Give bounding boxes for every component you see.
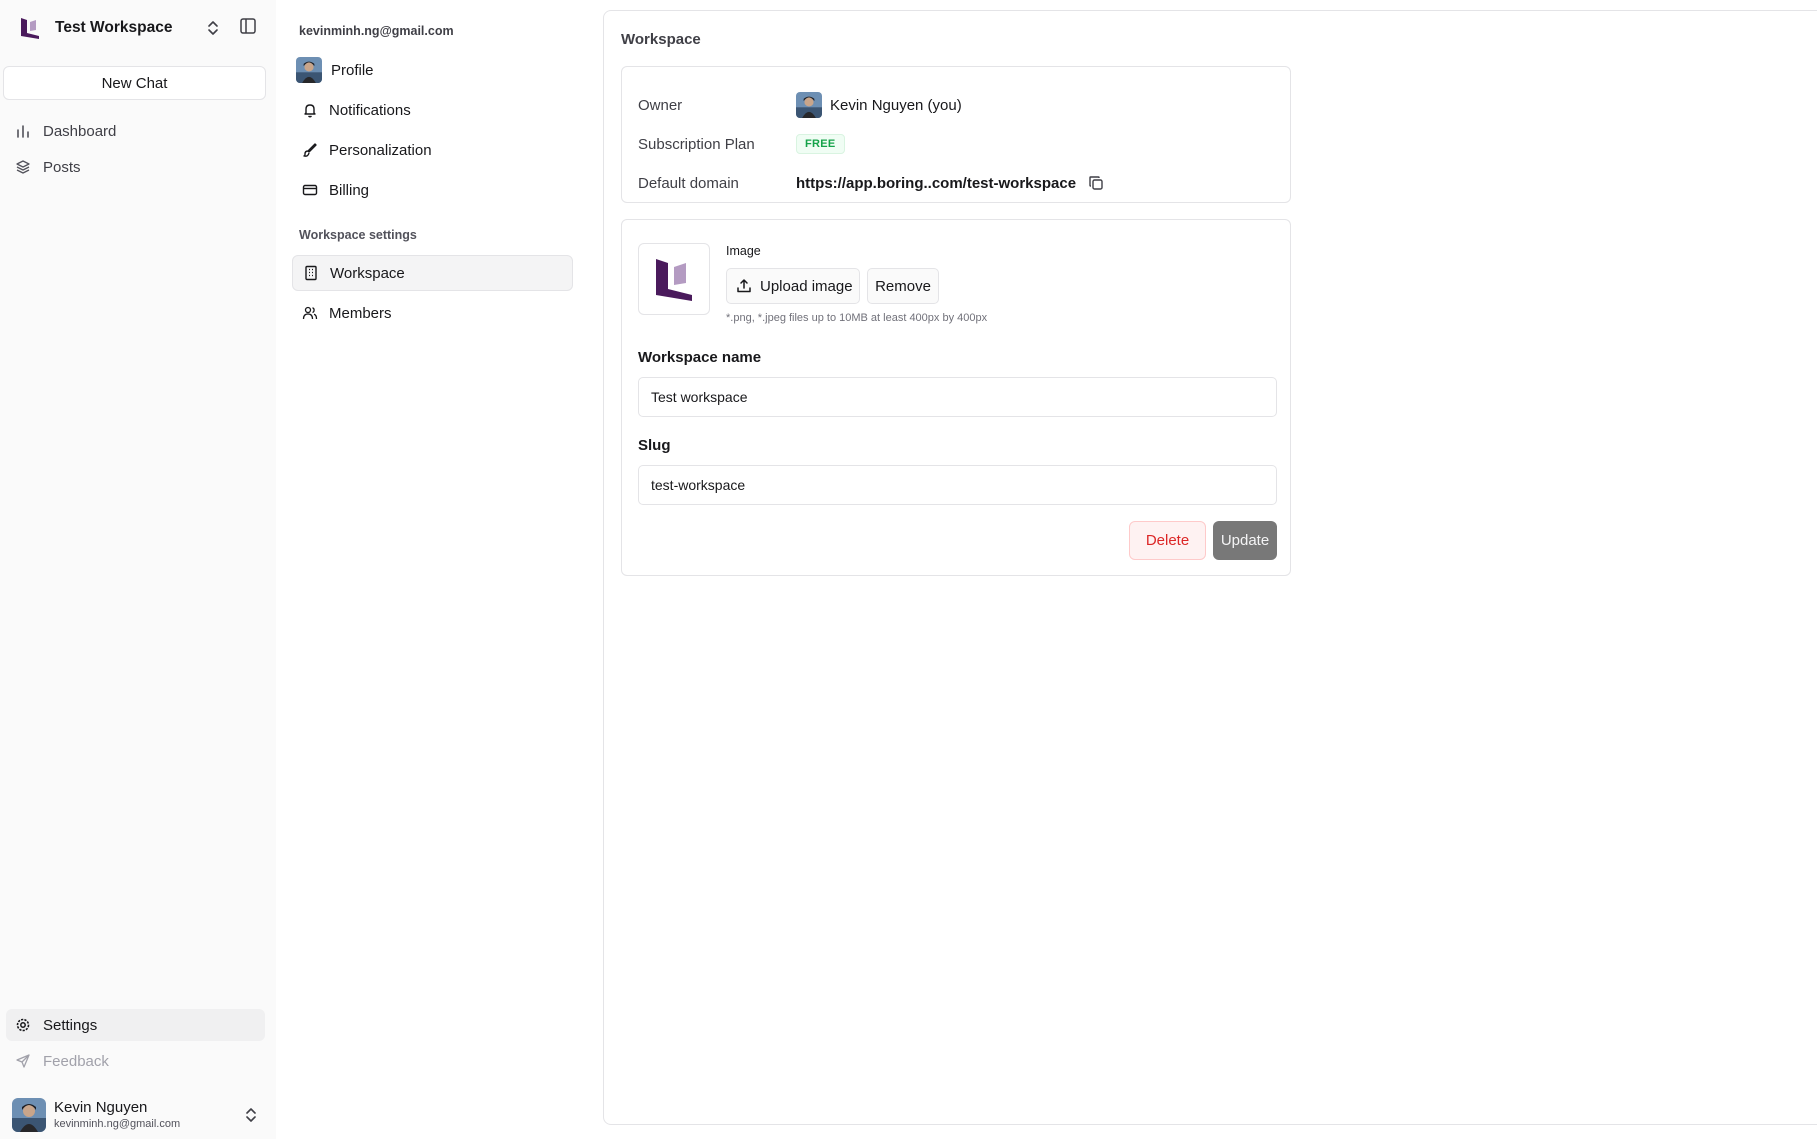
image-label: Image (726, 244, 761, 258)
chevrons-up-down-icon (208, 21, 218, 35)
new-chat-button[interactable]: New Chat (3, 66, 266, 100)
credit-card-icon (301, 181, 319, 199)
workspace-image-preview (638, 243, 710, 315)
bell-icon (301, 101, 319, 119)
avatar (12, 1098, 46, 1132)
owner-value-wrap: Kevin Nguyen (you) (796, 92, 962, 118)
account-email: kevinminh.ng@gmail.com (299, 24, 454, 38)
update-button[interactable]: Update (1213, 521, 1277, 560)
owner-label: Owner (638, 96, 683, 114)
settings-item-label: Personalization (329, 141, 432, 159)
chart-bar-icon (15, 123, 31, 139)
slug-input[interactable] (638, 465, 1277, 505)
upload-image-button[interactable]: Upload image (726, 268, 860, 304)
nav-item-label: Dashboard (43, 122, 117, 140)
avatar (796, 92, 822, 118)
workspace-switcher[interactable]: Test Workspace (8, 8, 228, 48)
default-domain: https://app.boring..com/test-workspace (796, 174, 1077, 192)
plan-label: Subscription Plan (638, 135, 755, 153)
workspace-name-input[interactable] (638, 377, 1277, 417)
settings-item-label: Notifications (329, 101, 411, 119)
workspace-logo-icon (656, 259, 692, 301)
copy-icon[interactable] (1088, 175, 1104, 191)
domain-label: Default domain (638, 174, 739, 192)
settings-item-profile[interactable]: Profile (292, 52, 573, 88)
sidebar-toggle-icon[interactable] (239, 17, 257, 35)
settings-item-members[interactable]: Members (292, 295, 573, 331)
settings-item-personalization[interactable]: Personalization (292, 132, 573, 168)
nav-item-label: Feedback (43, 1052, 109, 1070)
app-sidebar: Test Workspace New Chat Dashboard Posts … (0, 0, 276, 1139)
remove-image-button[interactable]: Remove (867, 268, 939, 304)
workspace-settings-heading: Workspace settings (299, 228, 417, 242)
settings-item-notifications[interactable]: Notifications (292, 92, 573, 128)
plan-value-wrap: FREE (796, 134, 845, 154)
layers-icon (15, 159, 31, 175)
building-icon (302, 264, 320, 282)
domain-value-wrap: https://app.boring..com/test-workspace (796, 175, 1104, 192)
user-menu[interactable]: Kevin Nguyen kevinminh.ng@gmail.com (8, 1096, 266, 1134)
settings-item-label: Workspace (330, 264, 405, 282)
settings-nav: kevinminh.ng@gmail.com Profile Notificat… (276, 0, 603, 1139)
nav-item-label: Posts (43, 158, 81, 176)
user-email: kevinminh.ng@gmail.com (54, 1118, 181, 1130)
user-name: Kevin Nguyen (54, 1099, 148, 1116)
upload-icon (737, 279, 751, 293)
workspace-name-label: Workspace name (638, 349, 762, 366)
slug-label: Slug (638, 437, 671, 454)
settings-item-billing[interactable]: Billing (292, 172, 573, 208)
nav-item-feedback[interactable]: Feedback (6, 1045, 265, 1077)
nav-item-posts[interactable]: Posts (6, 151, 265, 183)
send-icon (15, 1053, 31, 1069)
owner-name: Kevin Nguyen (you) (830, 96, 962, 114)
settings-item-label: Members (329, 304, 392, 322)
users-icon (301, 304, 319, 322)
workspace-logo-icon (16, 14, 44, 42)
image-hint: *.png, *.jpeg files up to 10MB at least … (726, 312, 988, 324)
nav-item-label: Settings (43, 1016, 98, 1034)
settings-item-label: Billing (329, 181, 370, 199)
nav-item-settings[interactable]: Settings (6, 1009, 265, 1041)
upload-image-label: Upload image (760, 277, 853, 295)
page-title: Workspace (621, 31, 701, 48)
gear-icon (15, 1017, 31, 1033)
workspace-form-card: Image Upload image Remove *.png, *.jpeg … (621, 219, 1291, 576)
avatar (296, 57, 322, 83)
delete-button[interactable]: Delete (1129, 521, 1206, 560)
status-badge: FREE (796, 134, 845, 154)
chevrons-up-down-icon (246, 1108, 256, 1122)
nav-item-dashboard[interactable]: Dashboard (6, 115, 265, 147)
settings-item-label: Profile (331, 61, 374, 79)
main-panel: Workspace Owner Kevin Nguyen (you) Subsc… (603, 10, 1817, 1125)
workspace-info-card: Owner Kevin Nguyen (you) Subscription Pl… (621, 66, 1291, 203)
brush-icon (301, 141, 319, 159)
workspace-name: Test Workspace (55, 19, 173, 36)
settings-item-workspace[interactable]: Workspace (292, 255, 573, 291)
